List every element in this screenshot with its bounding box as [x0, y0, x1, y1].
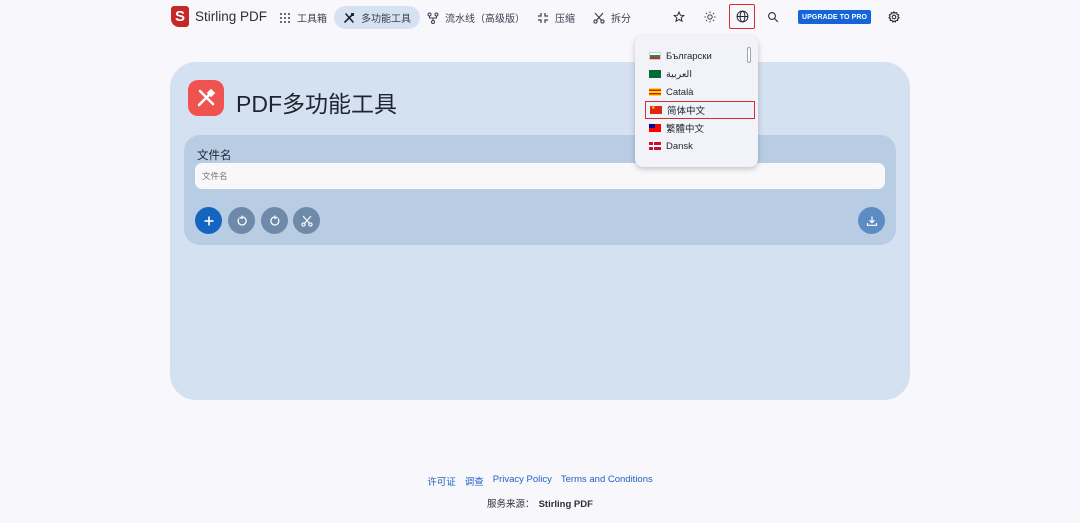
footer-link-terms[interactable]: Terms and Conditions — [561, 474, 653, 488]
language-option-label: العربية — [666, 68, 692, 80]
scissors-icon — [593, 12, 605, 24]
rotate-left-icon — [237, 215, 247, 226]
language-option-label: 繁體中文 — [666, 124, 705, 135]
nav-toolbox-label: 工具箱 — [297, 14, 327, 25]
sun-icon — [704, 11, 716, 23]
rotate-right-button[interactable] — [261, 207, 288, 234]
top-navbar: S Stirling PDF 工具箱 多功能工具 流水线（高级版） 压缩 拆分 — [0, 0, 1080, 34]
powered-by-name[interactable]: Stirling PDF — [539, 499, 593, 510]
footer-links: 许可证 调查 Privacy Policy Terms and Conditio… — [0, 474, 1080, 488]
download-button[interactable] — [858, 207, 885, 234]
footer-link-survey[interactable]: 调查 — [465, 474, 484, 488]
download-icon — [866, 216, 877, 226]
language-option-danish[interactable]: Dansk — [645, 137, 755, 155]
theme-toggle-button[interactable] — [699, 6, 721, 28]
rotate-right-icon — [269, 215, 279, 226]
language-option-arabic[interactable]: العربية — [645, 65, 755, 83]
pipeline-icon — [427, 12, 439, 24]
tools-icon — [197, 88, 216, 107]
nav-toolbox[interactable]: 工具箱 — [270, 6, 336, 29]
china-flag-icon — [650, 105, 662, 114]
settings-button[interactable] — [883, 6, 905, 28]
globe-icon — [736, 10, 748, 23]
bulgaria-flag-icon — [649, 52, 661, 60]
filename-label: 文件名 — [197, 150, 232, 162]
star-icon — [673, 11, 685, 23]
favorites-button[interactable] — [668, 6, 690, 28]
split-button[interactable] — [293, 207, 320, 234]
language-option-traditional-chinese[interactable]: 繁體中文 — [645, 119, 755, 137]
multitool-header-icon — [188, 80, 224, 116]
catalonia-flag-icon — [649, 88, 661, 96]
powered-by-label: 服务来源： — [487, 499, 535, 510]
nav-pipeline[interactable]: 流水线（高级版） — [418, 6, 534, 29]
denmark-flag-icon — [649, 142, 661, 150]
brand-name: Stirling PDF — [195, 9, 268, 24]
nav-compress[interactable]: 压缩 — [528, 6, 584, 29]
language-option-label: 简体中文 — [667, 106, 706, 117]
search-button[interactable] — [762, 6, 784, 28]
grid-icon — [280, 12, 290, 23]
filename-input[interactable] — [195, 163, 885, 189]
nav-compress-label: 压缩 — [555, 14, 575, 25]
page-title: PDF多功能工具 — [236, 91, 397, 117]
saudi-flag-icon — [649, 70, 661, 78]
upgrade-to-pro-button[interactable]: UPGRADE TO PRO — [798, 10, 872, 24]
nav-pipeline-label: 流水线（高级版） — [445, 14, 525, 25]
language-option-label: Dansk — [666, 140, 693, 152]
file-panel — [184, 135, 896, 245]
language-option-catalan[interactable]: Català — [645, 83, 755, 101]
nav-split-label: 拆分 — [611, 14, 631, 25]
footer-link-privacy[interactable]: Privacy Policy — [493, 474, 552, 488]
nav-split[interactable]: 拆分 — [584, 6, 640, 29]
plus-icon — [204, 216, 213, 225]
stirling-logo-icon: S — [171, 6, 189, 27]
footer-credit: 服务来源： Stirling PDF — [0, 496, 1080, 510]
compress-icon — [538, 12, 548, 23]
language-button[interactable] — [729, 4, 755, 29]
language-option-label: Català — [666, 86, 694, 98]
language-option-simplified-chinese[interactable]: 简体中文 — [645, 101, 755, 119]
language-option-bulgarian[interactable]: Български — [645, 47, 755, 65]
search-icon — [768, 12, 779, 23]
language-option-label: Български — [666, 50, 712, 62]
nav-multitool-label: 多功能工具 — [361, 14, 411, 25]
taiwan-flag-icon — [649, 124, 661, 132]
tools-icon — [344, 12, 354, 23]
scissors-icon — [300, 215, 313, 227]
add-file-button[interactable] — [195, 207, 222, 234]
brand[interactable]: S Stirling PDF — [171, 6, 267, 27]
gear-icon — [888, 11, 900, 23]
footer-link-license[interactable]: 许可证 — [427, 474, 456, 488]
rotate-left-button[interactable] — [228, 207, 255, 234]
nav-multitool[interactable]: 多功能工具 — [334, 6, 420, 29]
